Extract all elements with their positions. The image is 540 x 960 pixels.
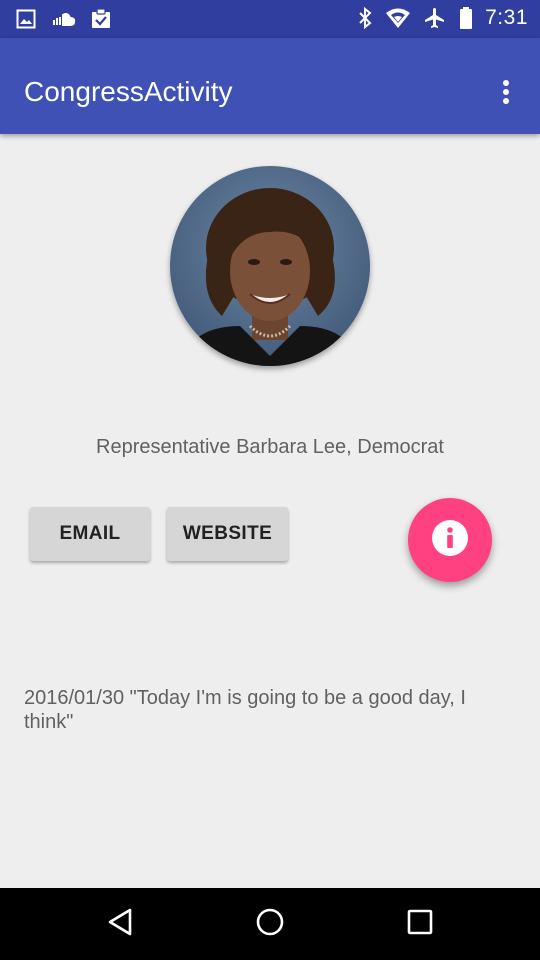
representative-avatar	[170, 166, 370, 366]
system-icons: 7:31	[357, 6, 528, 30]
overflow-menu-button[interactable]	[490, 78, 522, 110]
bluetooth-icon	[357, 6, 373, 30]
info-icon	[431, 519, 469, 562]
more-vert-icon	[502, 79, 510, 110]
recents-icon	[406, 908, 434, 941]
home-icon	[255, 907, 285, 942]
notification-icons	[16, 8, 112, 30]
app-title: CongressActivity	[24, 76, 233, 107]
status-clock: 7:31	[485, 6, 528, 29]
airplane-icon	[423, 6, 447, 30]
back-icon	[106, 907, 134, 942]
app-bar: CongressActivity	[0, 38, 540, 134]
info-fab-button[interactable]	[408, 498, 492, 582]
back-button[interactable]	[100, 904, 140, 944]
wifi-icon	[385, 7, 411, 29]
clipboard-check-icon	[90, 8, 112, 30]
status-bar: 7:31	[0, 0, 540, 38]
battery-icon	[459, 6, 473, 30]
representative-name: Representative Barbara Lee, Democrat	[96, 436, 444, 458]
representative-photo	[170, 166, 370, 366]
image-icon	[16, 9, 36, 29]
home-button[interactable]	[250, 904, 290, 944]
recents-button[interactable]	[400, 904, 440, 944]
latest-tweet: 2016/01/30 "Today I'm is going to be a g…	[24, 687, 466, 733]
navigation-bar	[0, 888, 540, 960]
email-button[interactable]: EMAIL	[30, 507, 150, 561]
cloud-icon	[50, 9, 76, 29]
website-button[interactable]: WEBSITE	[167, 507, 288, 561]
